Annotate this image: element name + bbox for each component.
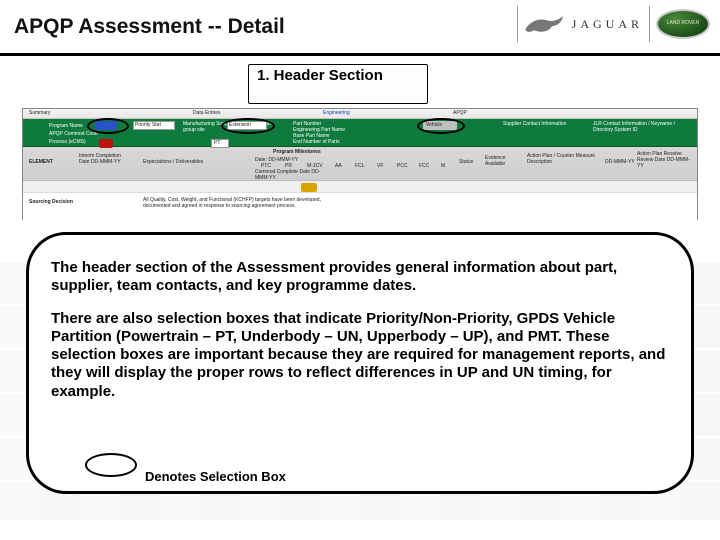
sheet-field-label: Process (eCMS)	[49, 139, 86, 145]
sheet-field-label: PT	[214, 140, 220, 146]
sheet-field-label: Supplier Contact Information	[503, 121, 566, 127]
legend-selection-oval-icon	[85, 453, 137, 477]
topbar: APQP Assessment -- Detail JAGUAR LAND RO…	[0, 0, 720, 56]
sheet-col-label: Expectations / Deliverables	[143, 159, 203, 165]
sheet-col-label: Action Plan Resolve Review Date DD-MMM-Y…	[637, 151, 695, 169]
milestone-col: PR	[285, 163, 292, 169]
sheet-col-label: Program Milestones	[273, 149, 321, 155]
status-chip	[301, 183, 317, 192]
land-rover-badge-icon: LAND ROVER	[656, 9, 710, 39]
explanation-balloon: The header section of the Assessment pro…	[26, 232, 694, 494]
sheet-field-label: Priority Stat	[135, 122, 161, 128]
sheet-col-label: DD-MMM-YY	[605, 159, 635, 165]
process-pill	[99, 139, 113, 148]
row-note: All Quality, Cost, Weight, and Functiona…	[143, 197, 343, 209]
logo-divider	[517, 6, 518, 42]
selection-oval	[221, 118, 275, 134]
sheet-col-label: Action Plan / Counter Measure Descriptio…	[527, 153, 597, 165]
sheet-field-label: Program Name	[49, 123, 83, 129]
sheet-tab: APQP	[453, 110, 467, 116]
callout-header-section: 1. Header Section	[248, 64, 428, 104]
milestone-col: VF	[377, 163, 383, 169]
brand-logos: JAGUAR LAND ROVER	[517, 6, 710, 42]
milestone-col: M-1CV	[307, 163, 323, 169]
sheet-col-label: ELEMENT	[29, 159, 53, 165]
callout-label: 1. Header Section	[257, 67, 383, 84]
assessment-header-screenshot: Summary Data Entries Engineering APQP Pr…	[22, 108, 698, 220]
sheet-col-label: Status	[459, 159, 473, 165]
milestone-col: PTC	[261, 163, 271, 169]
milestone-col: FCL	[355, 163, 364, 169]
sheet-col-label: Evidence Available	[485, 155, 521, 167]
legend-label: Denotes Selection Box	[145, 470, 315, 485]
milestone-col: M	[441, 163, 445, 169]
jaguar-leaper-icon	[524, 13, 566, 35]
sheet-tab: Engineering	[323, 110, 350, 116]
sheet-col-label: Commod Complete Date DD-MMM-YY	[255, 169, 325, 181]
selection-oval	[417, 118, 465, 134]
balloon-paragraph-2: There are also selection boxes that indi…	[51, 310, 669, 401]
balloon-paragraph-1: The header section of the Assessment pro…	[51, 259, 669, 296]
slide: APQP Assessment -- Detail JAGUAR LAND RO…	[0, 0, 720, 540]
sheet-field-label: APQP Commod Code	[49, 131, 98, 137]
sheet-tab-row	[23, 109, 697, 119]
land-rover-wordmark: LAND ROVER	[667, 21, 700, 27]
selection-oval	[87, 118, 129, 134]
sheet-body-row	[23, 193, 697, 221]
milestone-col: PCC	[397, 163, 408, 169]
sheet-field-label: End Number of Parts	[293, 139, 340, 145]
milestone-col: FCC	[419, 163, 429, 169]
sheet-field-label: JLR Contact Information / Keyname / Dire…	[593, 121, 693, 133]
page-title: APQP Assessment -- Detail	[14, 15, 285, 39]
sheet-subrow	[23, 181, 697, 193]
jaguar-wordmark: JAGUAR	[572, 17, 643, 32]
sheet-tab: Data Entries	[193, 110, 221, 116]
row-label: Sourcing Decision	[29, 199, 73, 205]
sheet-tab: Summary	[29, 110, 50, 116]
sheet-col-label: Interim Completion Date DD-MMM-YY	[79, 153, 125, 165]
milestone-col: AA	[335, 163, 342, 169]
logo-divider	[649, 6, 650, 42]
